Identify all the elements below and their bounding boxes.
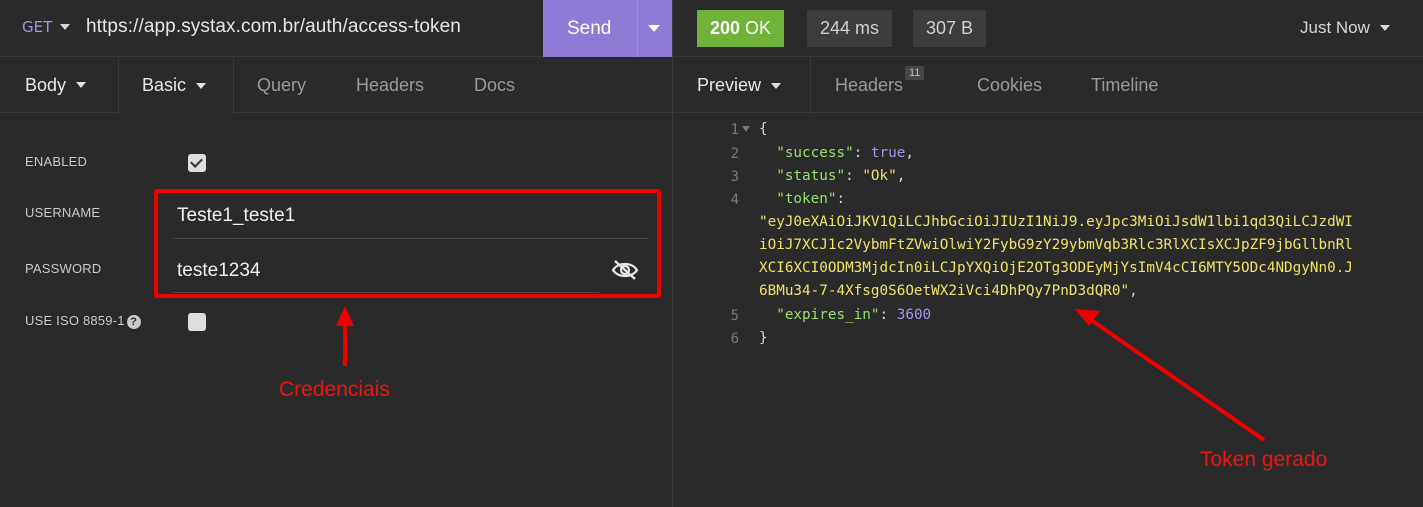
status-badge: 200 OK [697, 10, 785, 47]
code-line: "expires_in": 3600 [776, 307, 932, 323]
json-key: "status" [776, 168, 846, 184]
code-line: "status": "Ok", [776, 168, 906, 184]
method-label: GET [22, 18, 53, 36]
tab-preview[interactable]: Preview [673, 57, 811, 114]
tab-headers[interactable]: Headers [356, 57, 424, 113]
json-value: true [870, 145, 906, 161]
code-line: { [759, 121, 768, 137]
line-number: 2 [730, 146, 739, 162]
tab-body-label: Body [25, 74, 67, 95]
tab-response-headers[interactable]: Headers [835, 57, 903, 113]
token-line: XCI6XCI0ODM3MjdcIn0iLCJpYXQiOjE2OTg3ODEy… [759, 260, 1353, 276]
password-label: PASSWORD [25, 261, 102, 276]
iso-label-text: USE ISO 8859-1 [25, 313, 125, 328]
send-options-chevron-icon[interactable] [648, 25, 660, 32]
tab-docs[interactable]: Docs [474, 57, 515, 113]
token-value-end: 6BMu34-7-4Xfsg0S6OetWX2iVci4DhPQy7PnD3dQ… [759, 283, 1130, 299]
line-number: 6 [730, 331, 739, 347]
tab-query-label: Query [257, 74, 307, 95]
json-value: "Ok" [862, 168, 897, 184]
chevron-down-icon [771, 82, 782, 89]
code-line: "success": true, [776, 145, 914, 161]
history-label: Just Now [1300, 18, 1370, 37]
tab-docs-label: Docs [474, 74, 516, 95]
token-line: 6BMu34-7-4Xfsg0S6OetWX2iVci4DhPQy7PnD3dQ… [759, 283, 1138, 299]
tab-timeline-label: Timeline [1091, 74, 1159, 95]
json-key: "expires_in" [776, 307, 880, 323]
json-key: "token" [776, 191, 837, 207]
response-status-bar: 200 OK 244 ms 307 B Just Now [673, 0, 1423, 57]
token-line: "eyJ0eXAiOiJKV1QiLCJhbGciOiJIUzI1NiJ9.ey… [759, 214, 1353, 230]
status-text: OK [745, 18, 772, 38]
token-line: iOiJ7XCJ1c2VybmFtZVwiOlwiY2FybG9zY29ybmV… [759, 237, 1353, 253]
url-input[interactable]: https://app.systax.com.br/auth/access-to… [86, 16, 461, 38]
tab-cookies[interactable]: Cookies [977, 57, 1042, 113]
tab-response-headers-label: Headers [835, 74, 904, 95]
response-time: 244 ms [807, 10, 893, 47]
credentials-annotation: Credenciais [279, 378, 390, 401]
enabled-label: ENABLED [25, 154, 88, 169]
response-size: 307 B [913, 10, 987, 47]
tab-query[interactable]: Query [257, 57, 306, 113]
chevron-down-icon [60, 24, 71, 30]
status-code: 200 [710, 18, 741, 38]
chevron-down-icon [196, 82, 207, 89]
tab-preview-label: Preview [697, 75, 762, 95]
iso-label: USE ISO 8859-1? [25, 313, 141, 329]
headers-count-badge: 11 [905, 66, 925, 80]
tab-cookies-label: Cookies [977, 74, 1043, 95]
tab-body[interactable]: Body [25, 57, 87, 113]
send-divider [637, 0, 638, 57]
credentials-highlight-box [154, 189, 661, 298]
response-tabs: Preview Headers 11 Cookies Timeline [673, 57, 1423, 114]
tab-headers-label: Headers [356, 74, 425, 95]
fold-arrow-icon[interactable] [742, 126, 750, 132]
tab-timeline[interactable]: Timeline [1091, 57, 1158, 113]
send-button-label: Send [567, 17, 612, 39]
help-icon[interactable]: ? [126, 314, 141, 329]
history-dropdown[interactable]: Just Now [1300, 18, 1390, 38]
method-dropdown[interactable]: GET [22, 18, 71, 36]
code-line: "token": [776, 191, 846, 207]
line-number: 5 [730, 308, 739, 324]
code-line: } [759, 330, 768, 346]
request-tabs: Body Basic Query Headers Docs [0, 57, 672, 114]
token-annotation: Token gerado [1200, 448, 1328, 471]
line-number: 3 [730, 169, 739, 185]
username-label: USERNAME [25, 205, 101, 220]
chevron-down-icon [1379, 25, 1390, 31]
iso-checkbox[interactable] [188, 313, 206, 331]
tab-basic-label: Basic [142, 75, 187, 95]
url-bar: GET https://app.systax.com.br/auth/acces… [0, 0, 672, 57]
chevron-down-icon [76, 82, 87, 88]
line-number: 1 [730, 122, 739, 138]
response-pane: 200 OK 244 ms 307 B Just Now Preview Hea… [673, 0, 1423, 507]
request-pane: GET https://app.systax.com.br/auth/acces… [0, 0, 672, 507]
json-key: "success" [776, 145, 854, 161]
enabled-checkbox[interactable] [188, 154, 206, 172]
line-number: 4 [730, 192, 739, 208]
tab-basic[interactable]: Basic [118, 57, 234, 114]
send-button[interactable]: Send [543, 0, 672, 57]
json-value: 3600 [896, 307, 932, 323]
